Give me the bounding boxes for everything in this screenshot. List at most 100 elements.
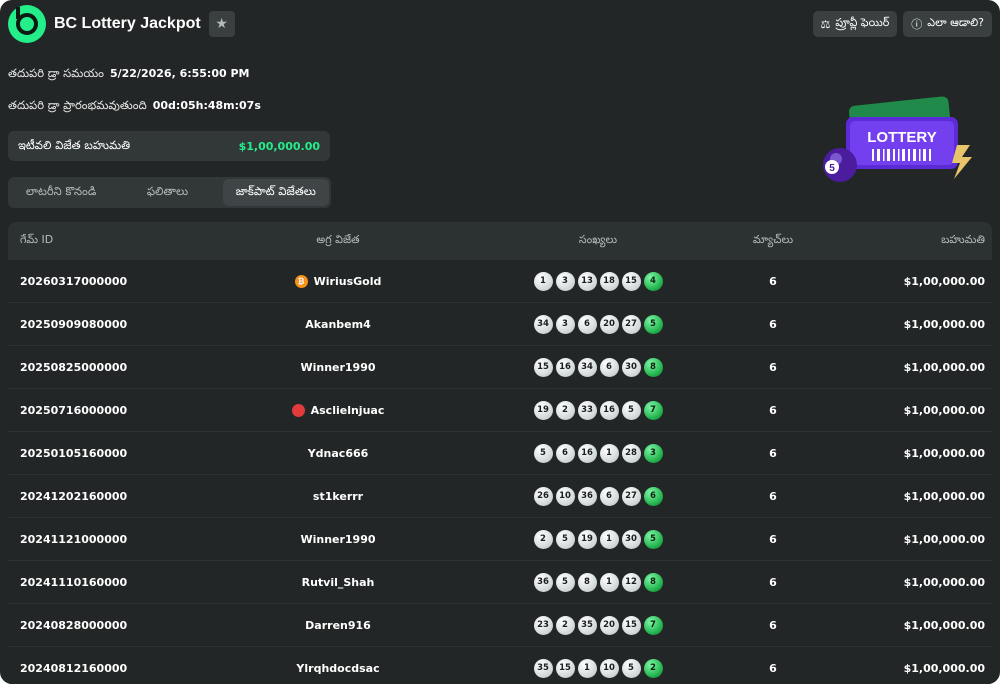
table-row[interactable]: 20241110160000 Rutvil_Shah 36 5 8 1 12 8 6 $1,00,… <box>8 561 992 603</box>
match-count: 6 <box>769 618 777 632</box>
number-ball: 6 <box>555 443 575 463</box>
top-winner[interactable]: Winner1990 <box>188 361 488 374</box>
prize-amount: $1,00,000.00 <box>903 532 985 546</box>
top-winner[interactable]: Asclielnjuac <box>188 403 488 417</box>
table-row[interactable]: 20260317000000 ₿ WiriusGold 1 3 13 18 15 4 6 $1,00… <box>8 260 992 302</box>
bonus-ball: 3 <box>643 443 663 463</box>
number-ball: 1 <box>577 658 597 678</box>
winner-name: Asclielnjuac <box>310 403 385 417</box>
table-row[interactable]: 20241121000000 Winner1990 2 5 19 1 30 5 6 $1,00,0… <box>8 518 992 560</box>
table-row[interactable]: 20250716000000 Asclielnjuac 19 2 33 16 5 7 6 $1,0… <box>8 389 992 431</box>
prize-amount: $1,00,000.00 <box>903 446 985 460</box>
bonus-ball: 5 <box>643 529 663 549</box>
match-count: 6 <box>769 661 777 675</box>
page-title: BC Lottery Jackpot <box>54 15 201 32</box>
number-ball: 12 <box>621 572 641 592</box>
top-winner[interactable]: ₿ WiriusGold <box>188 274 488 288</box>
bc-logo-icon[interactable] <box>8 5 46 43</box>
winner-name: Winner1990 <box>300 532 376 546</box>
number-ball: 34 <box>577 357 597 377</box>
info-icon: ⓘ <box>911 18 923 31</box>
number-ball: 36 <box>533 572 553 592</box>
number-ball: 15 <box>555 658 575 678</box>
provably-fair-label: ప్రూవ్లీ ఫెయిర్ <box>835 16 890 29</box>
winning-numbers: 2 5 19 1 30 5 <box>488 529 708 549</box>
number-ball: 15 <box>621 271 641 291</box>
bonus-ball: 5 <box>643 314 663 334</box>
match-count: 6 <box>769 532 777 546</box>
bonus-ball: 7 <box>643 400 663 420</box>
number-ball: 13 <box>577 271 597 291</box>
winning-numbers: 26 10 36 6 27 6 <box>488 486 708 506</box>
tab-buy-lottery[interactable]: లాటరీని కొనండి <box>8 177 114 208</box>
provably-fair-button[interactable]: ⚖ ప్రూవ్లీ ఫెయిర్ <box>812 11 898 37</box>
number-ball: 26 <box>533 486 553 506</box>
table-row[interactable]: 20240812160000 Ylrqhdocdsac 35 15 1 10 5 2 6 $1,0… <box>8 647 992 684</box>
tab-jackpot-winners[interactable]: జాక్‌పాట్ విజేతలు <box>222 179 329 206</box>
number-ball: 2 <box>533 529 553 549</box>
table-row[interactable]: 20250909080000 Akanbem4 34 3 6 20 27 5 6 $1,00,00… <box>8 303 992 345</box>
tab-results[interactable]: ఫలితాలు <box>114 177 220 208</box>
table-row[interactable]: 20250825000000 Winner1990 15 16 34 6 30 8 6 $1,00… <box>8 346 992 388</box>
latest-prize-value: $1,00,000.00 <box>238 139 320 153</box>
prize-amount: $1,00,000.00 <box>903 575 985 589</box>
col-prize: బహుమతి <box>941 233 985 246</box>
game-id: 20240828000000 <box>20 618 128 632</box>
tab-bar: లాటరీని కొనండి ఫలితాలు జాక్‌పాట్ విజేతలు <box>8 177 331 208</box>
table-row[interactable]: 20241202160000 st1kerrr 26 10 36 6 27 6 6 $1,00,0… <box>8 475 992 517</box>
top-winner[interactable]: Winner1990 <box>188 533 488 546</box>
top-winner[interactable]: Rutvil_Shah <box>188 576 488 589</box>
winning-numbers: 34 3 6 20 27 5 <box>488 314 708 334</box>
number-ball: 16 <box>577 443 597 463</box>
prize-amount: $1,00,000.00 <box>903 274 985 288</box>
match-count: 6 <box>769 489 777 503</box>
prize-amount: $1,00,000.00 <box>903 317 985 331</box>
latest-winner-prize: ఇటీవలి విజేత బహుమతి $1,00,000.00 <box>8 131 330 161</box>
bonus-ball: 6 <box>643 486 663 506</box>
winner-name: Ylrqhdocdsac <box>296 661 380 675</box>
number-ball: 1 <box>599 443 619 463</box>
app-window: BC Lottery Jackpot ★ ⚖ ప్రూవ్లీ ఫెయిర్ ⓘ… <box>0 0 1000 684</box>
table-row[interactable]: 20240828000000 Darren916 23 2 35 20 15 7 6 $1,00,… <box>8 604 992 646</box>
next-draw-countdown: తదుపరి డ్రా ప్రారంభమవుతుంది 00d:05h:48m:0… <box>8 98 261 115</box>
winning-numbers: 1 3 13 18 15 4 <box>488 271 708 291</box>
number-ball: 20 <box>599 314 619 334</box>
game-id: 20241110160000 <box>20 575 128 589</box>
bonus-ball: 2 <box>643 658 663 678</box>
top-winner[interactable]: Ydnac666 <box>188 447 488 460</box>
bonus-ball: 7 <box>643 615 663 635</box>
game-id: 20241202160000 <box>20 489 128 503</box>
number-ball: 5 <box>621 658 641 678</box>
top-winner[interactable]: st1kerrr <box>188 490 488 503</box>
jackpot-winners-table: గేమ్ ID అగ్ర విజేత సంఖ్యలు మ్యాచ్‌లు బహు… <box>8 222 992 684</box>
star-icon: ★ <box>215 16 228 32</box>
match-count: 6 <box>769 403 777 417</box>
table-row[interactable]: 20250105160000 Ydnac666 5 6 16 1 28 3 6 $1,00,000… <box>8 432 992 474</box>
col-top-winner: అగ్ర విజేత <box>316 233 360 246</box>
match-count: 6 <box>769 274 777 288</box>
top-winner[interactable]: Akanbem4 <box>188 318 488 331</box>
favorite-star-button[interactable]: ★ <box>208 11 235 37</box>
top-winner[interactable]: Ylrqhdocdsac <box>188 662 488 675</box>
bonus-ball: 8 <box>643 572 663 592</box>
prize-amount: $1,00,000.00 <box>903 618 985 632</box>
bitcoin-icon: ₿ <box>294 274 308 288</box>
number-ball: 15 <box>621 615 641 635</box>
winning-numbers: 15 16 34 6 30 8 <box>488 357 708 377</box>
number-ball: 18 <box>599 271 619 291</box>
number-ball: 23 <box>533 615 553 635</box>
winner-name: Akanbem4 <box>305 317 371 331</box>
number-ball: 1 <box>599 572 619 592</box>
game-id: 20241121000000 <box>20 532 128 546</box>
number-ball: 5 <box>555 572 575 592</box>
winning-numbers: 23 2 35 20 15 7 <box>488 615 708 635</box>
number-ball: 6 <box>577 314 597 334</box>
number-ball: 30 <box>621 529 641 549</box>
number-ball: 35 <box>533 658 553 678</box>
lottery-ball-number: 5 <box>829 163 835 174</box>
how-to-play-button[interactable]: ⓘ ఎలా ఆడాలి? <box>903 11 992 37</box>
match-count: 6 <box>769 360 777 374</box>
number-ball: 36 <box>577 486 597 506</box>
winner-name: WiriusGold <box>313 274 382 288</box>
top-winner[interactable]: Darren916 <box>188 619 488 632</box>
